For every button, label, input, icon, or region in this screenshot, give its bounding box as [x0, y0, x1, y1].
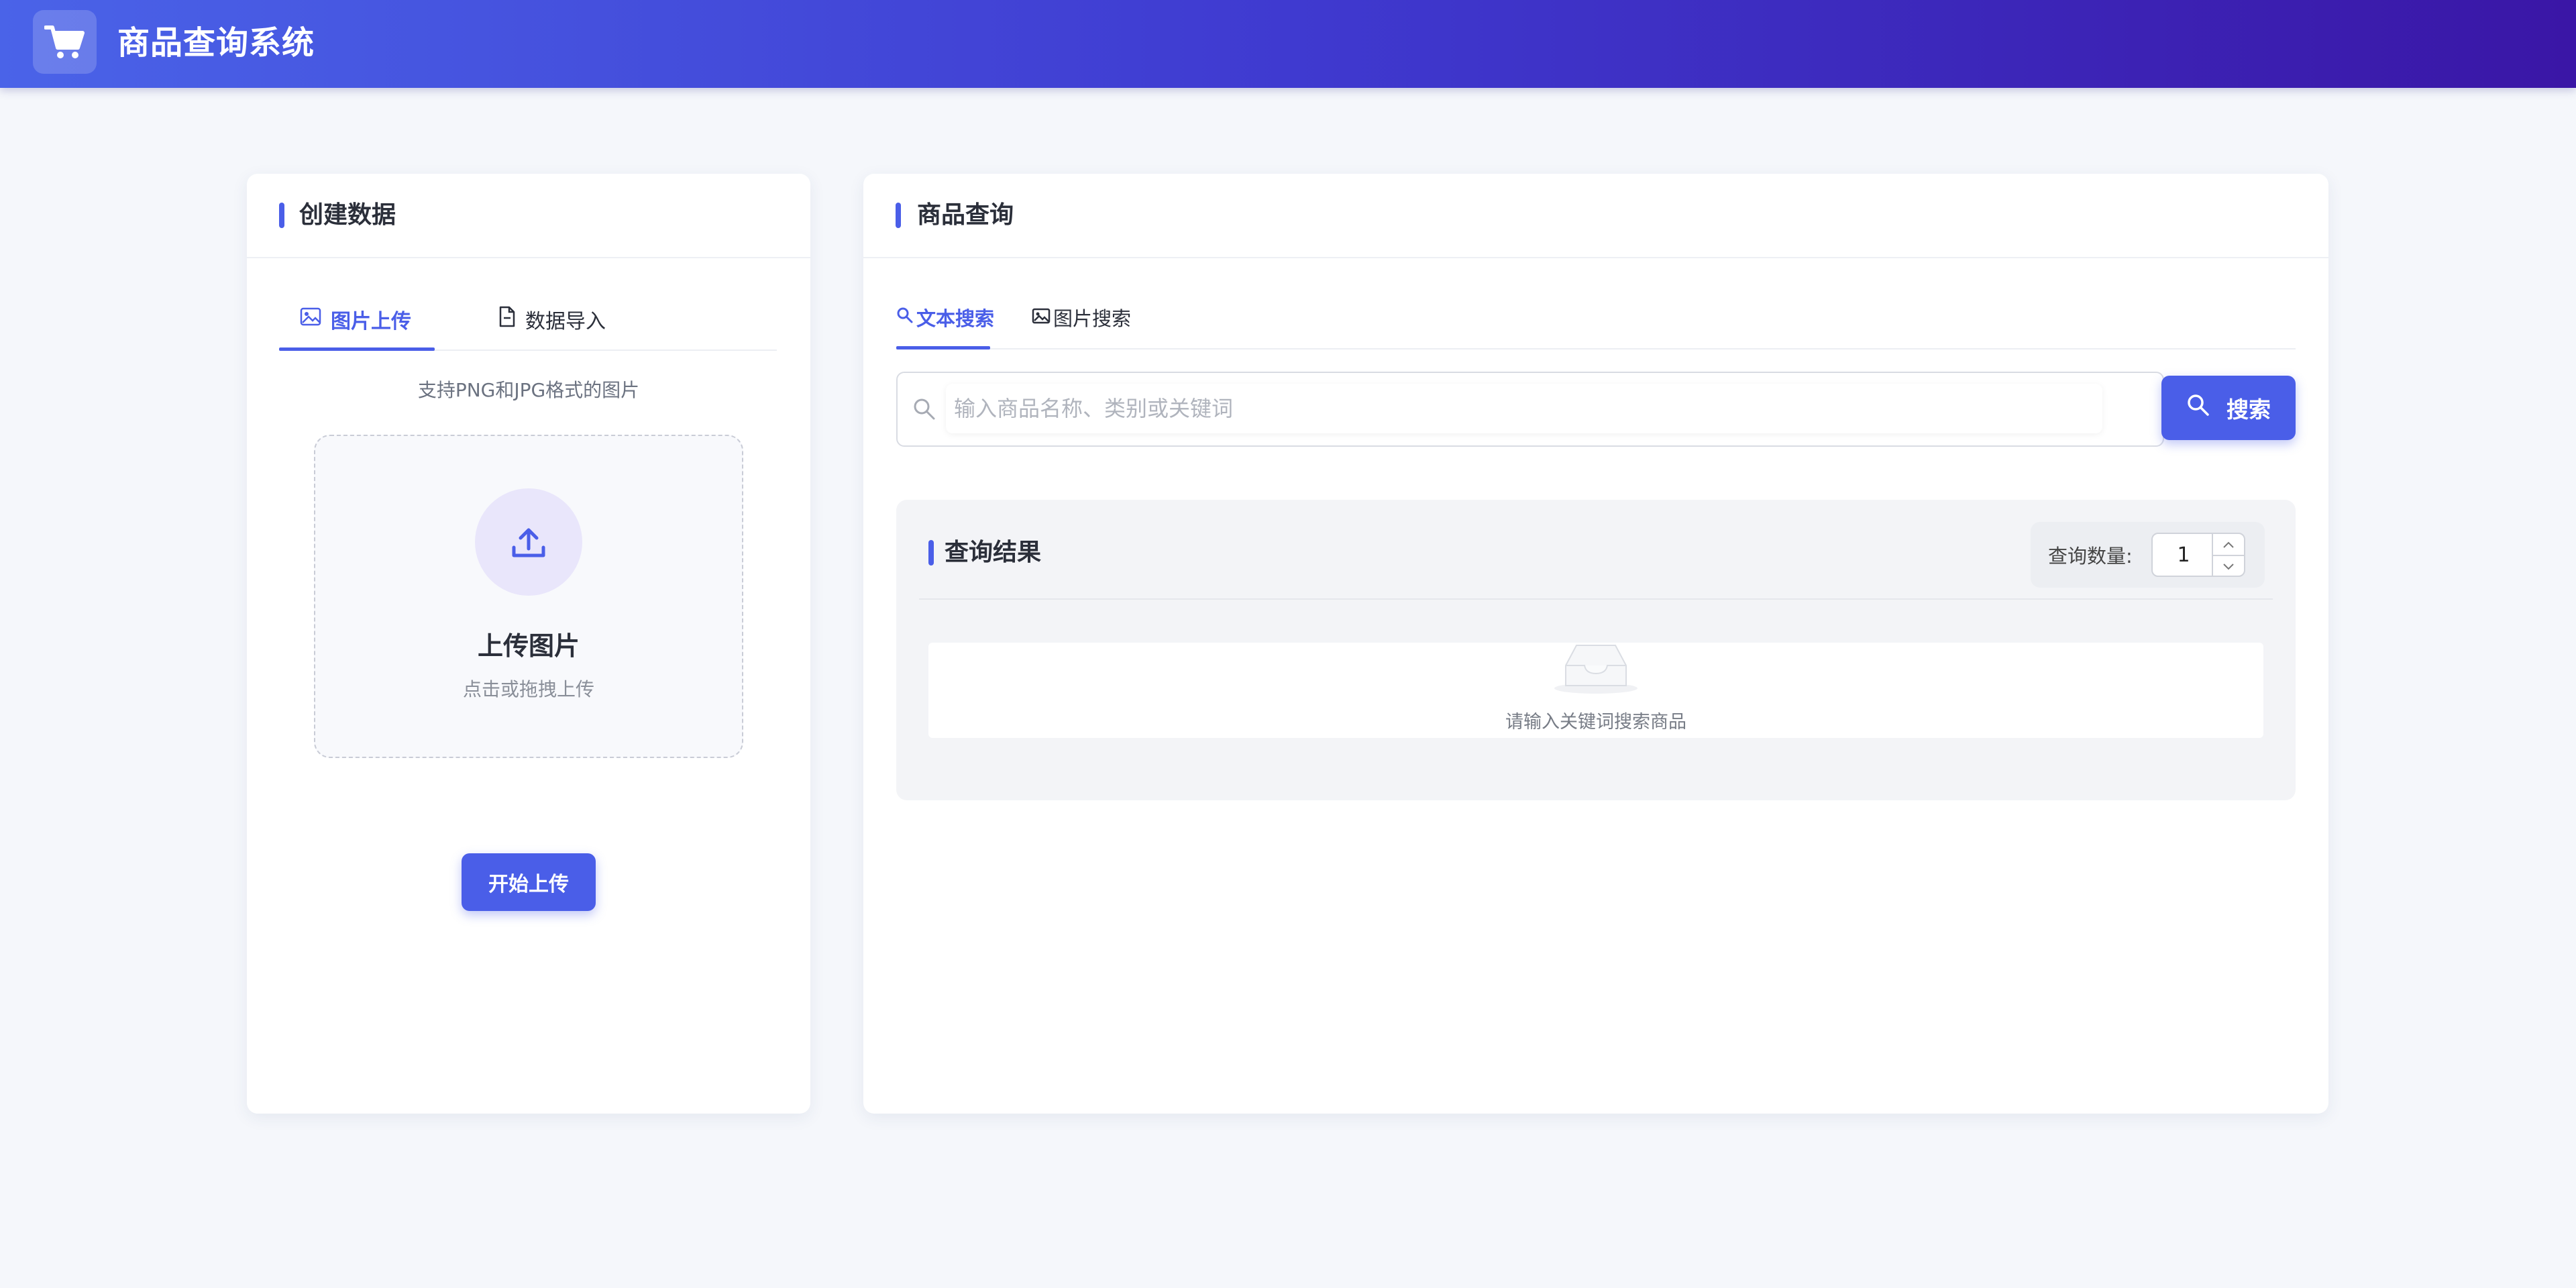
tab-image-upload-label: 图片上传 [331, 310, 411, 333]
search-icon [2186, 393, 2210, 423]
tab-data-import-label: 数据导入 [525, 310, 606, 333]
tab-active-underline [279, 347, 435, 351]
tab-image-search-label: 图片搜索 [1053, 307, 1132, 330]
results-title: 查询结果 [945, 539, 1042, 566]
dropzone-subtitle: 点击或拖拽上传 [462, 678, 594, 700]
search-icon [896, 306, 914, 329]
quantity-label: 查询数量: [2048, 545, 2133, 568]
query-results-panel: 查询结果 查询数量: 1 请输入关键词搜索商品 [896, 500, 2296, 800]
product-query-title: 商品查询 [917, 201, 1014, 229]
upload-icon [475, 488, 582, 596]
image-icon [1032, 306, 1051, 329]
tab-image-search[interactable]: 图片搜索 [1032, 303, 1131, 331]
file-icon [498, 306, 516, 333]
quantity-value[interactable]: 1 [2153, 543, 2214, 567]
tab-text-search-label: 文本搜索 [916, 307, 995, 330]
empty-state: 请输入关键词搜索商品 [928, 643, 2263, 738]
app-header: 商品查询系统 [0, 0, 2576, 88]
tab-text-search[interactable]: 文本搜索 [896, 303, 994, 331]
search-button[interactable]: 搜索 [2161, 376, 2296, 440]
title-accent-bar [279, 203, 284, 228]
chevron-down-icon[interactable] [2213, 555, 2244, 577]
empty-state-text: 请输入关键词搜索商品 [1505, 712, 1686, 733]
start-upload-button[interactable]: 开始上传 [462, 853, 596, 911]
search-icon [912, 397, 936, 424]
shopping-cart-icon [33, 10, 97, 74]
title-accent-bar [928, 540, 934, 566]
results-divider [919, 598, 2273, 600]
quantity-stepper[interactable]: 1 [2151, 533, 2245, 577]
upload-dropzone[interactable]: 上传图片 点击或拖拽上传 [314, 435, 743, 758]
search-input[interactable]: 输入商品名称、类别或关键词 [946, 384, 2102, 433]
quantity-steps [2212, 534, 2244, 576]
search-button-label: 搜索 [2226, 396, 2271, 423]
product-query-card-header: 商品查询 [863, 174, 2328, 258]
tab-image-upload[interactable]: 图片上传 [300, 305, 411, 334]
tab-data-import[interactable]: 数据导入 [498, 305, 606, 334]
image-icon [300, 307, 321, 331]
tab-active-underline [896, 346, 990, 350]
chevron-up-icon[interactable] [2213, 534, 2244, 555]
search-field[interactable]: 输入商品名称、类别或关键词 [896, 372, 2164, 447]
format-hint: 支持PNG和JPG格式的图片 [417, 379, 640, 401]
query-quantity-control: 查询数量: 1 [2031, 522, 2265, 588]
create-data-card-header: 创建数据 [247, 174, 810, 258]
tab-divider [896, 348, 2296, 350]
dropzone-title: 上传图片 [477, 631, 580, 661]
create-data-title: 创建数据 [299, 201, 396, 229]
app-title: 商品查询系统 [117, 24, 315, 62]
title-accent-bar [896, 203, 901, 228]
inbox-icon [1552, 641, 1640, 698]
